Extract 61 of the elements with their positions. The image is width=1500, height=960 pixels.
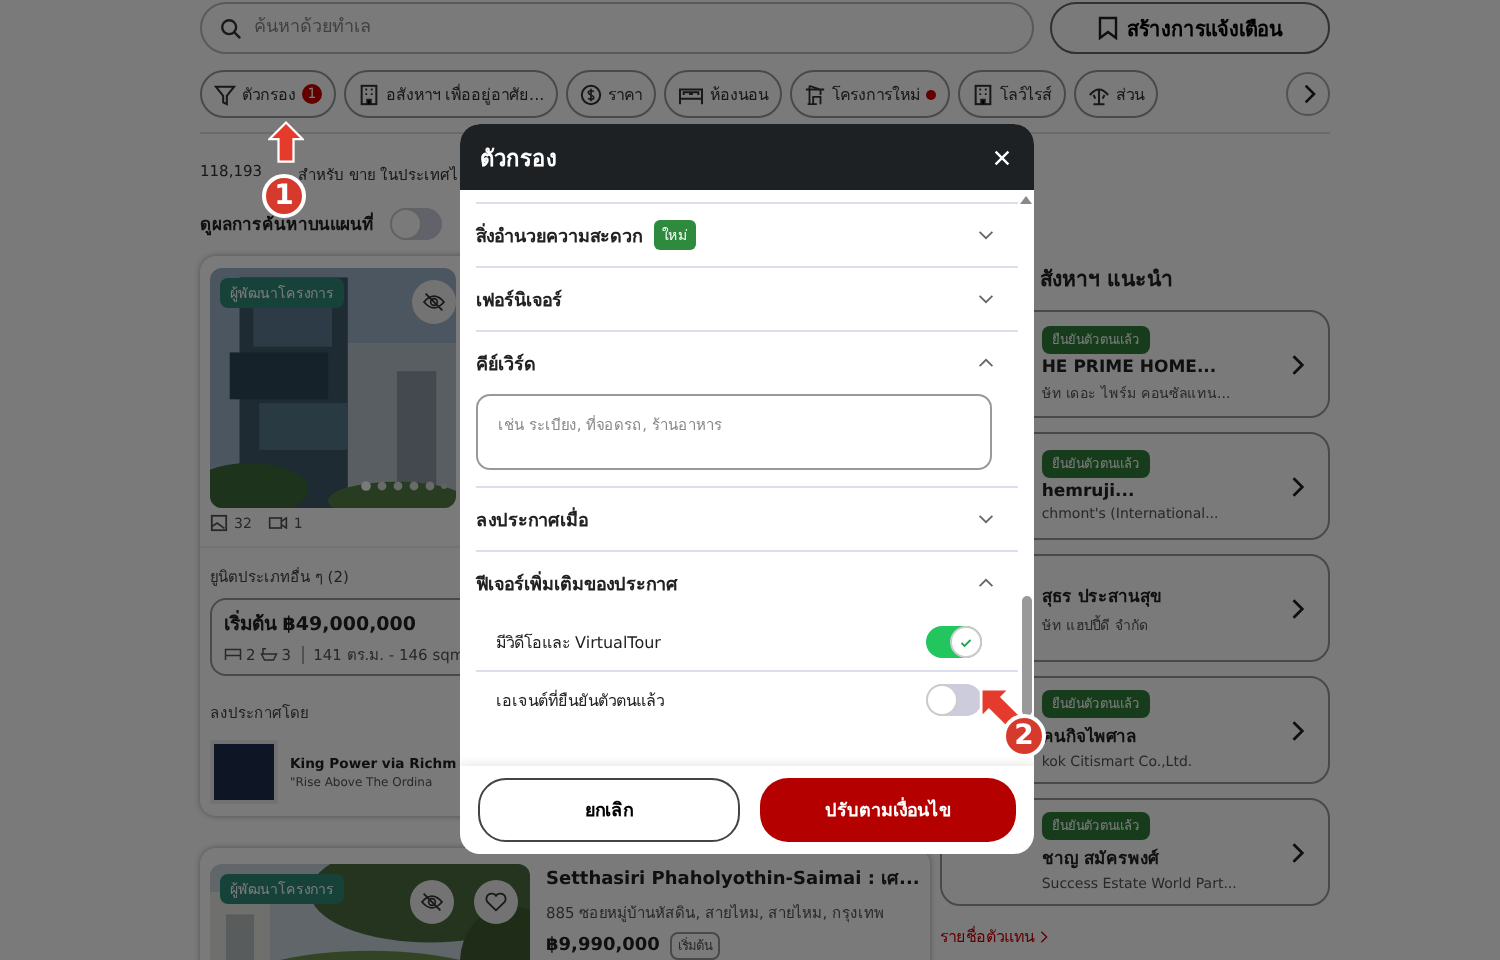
agent-name: คนกิจไพศาล (1041, 724, 1136, 750)
agent-name: hemruji... (1041, 482, 1135, 502)
section-label: ลงประกาศเมื่อ (476, 505, 588, 533)
eye-off-icon (422, 292, 446, 312)
scroll-up-icon (1020, 196, 1032, 204)
chevron-right-icon (1039, 930, 1048, 944)
agent-name: HE PRIME HOME... (1041, 357, 1217, 377)
agent-name: ชาญ สมัครพงศ์ (1041, 846, 1158, 872)
chevron-right-icon (1301, 84, 1315, 104)
section-label: เฟอร์นิเจอร์ (476, 287, 562, 313)
agent-logo (210, 740, 278, 804)
search-field[interactable]: ค้นหาด้วยทำเล (200, 2, 1034, 54)
section-label: คีย์เวิร์ด (476, 351, 536, 377)
filter-chip[interactable]: ราคา (566, 70, 657, 118)
agent-list-link[interactable]: รายชื่อตัวแทน (939, 924, 1048, 950)
listing-price: ฿9,990,000 (546, 936, 660, 956)
eye-off-icon (420, 892, 444, 912)
chevron-right-icon (1290, 353, 1304, 375)
filter-icon (214, 83, 236, 105)
bath-icon (259, 646, 278, 662)
dialog-title: ตัวกรอง (480, 143, 556, 175)
annotation-arrow (268, 120, 304, 164)
chevron-right-icon (1290, 841, 1304, 863)
filter-chip[interactable]: โครงการใหม่ (790, 70, 951, 118)
option-label: เอเจนต์ที่ยืนยันตัวตนแล้ว (496, 688, 664, 713)
scroll-right-button[interactable] (1286, 72, 1330, 116)
filter-chip[interactable]: ห้องนอน (664, 70, 783, 118)
carousel-dots-icon (360, 480, 448, 493)
filter-chip[interactable]: โลว์ไรส์ (958, 70, 1067, 118)
section-label: ฟีเจอร์เพิ่มเติมของประกาศ (476, 569, 678, 597)
bed-icon (224, 646, 242, 662)
filter-section-header[interactable]: ลงประกาศเมื่อ (476, 488, 1018, 550)
create-alert-button[interactable]: สร้างการแจ้งเตือน (1050, 2, 1330, 54)
apply-button[interactable]: ปรับตามเงื่อนไข (759, 778, 1016, 842)
option-toggle[interactable] (926, 626, 982, 658)
filter-chip[interactable]: ส่วน (1074, 70, 1159, 118)
cancel-button[interactable]: ยกเลิก (478, 778, 739, 842)
section-label: สิ่งอำนวยความสะดวก (476, 221, 642, 249)
search-icon (220, 18, 242, 40)
video-icon (267, 514, 288, 533)
crane-icon (804, 83, 827, 105)
map-toggle[interactable] (390, 208, 442, 240)
chevron-right-icon (1290, 475, 1304, 497)
section-title: สังหาฯ แนะนำ (1037, 266, 1175, 296)
heart-icon (484, 892, 508, 912)
filter-chip[interactable]: อสังหาฯ เพื่ออยู่อาศัย... (344, 70, 559, 118)
building-icon (972, 83, 995, 105)
bookmark-icon (1097, 16, 1117, 40)
building-icon (358, 83, 380, 105)
unit-price: เริ่มต้น ฿49,000,000 (224, 608, 419, 638)
bed-icon (678, 83, 705, 105)
option-toggle[interactable] (926, 684, 982, 716)
check-icon (960, 637, 972, 647)
chevron-right-icon (1290, 597, 1304, 619)
close-icon[interactable] (994, 149, 1010, 165)
filter-section-header[interactable]: เฟอร์นิเจอร์ (476, 268, 1018, 330)
agent-name: สุธร ประสานสุข (1041, 585, 1162, 609)
dollar-icon (580, 83, 603, 105)
chevron-right-icon (1290, 719, 1304, 741)
listing-title[interactable]: Setthasiri Phaholyothin-Saimai : เศ... (546, 864, 920, 892)
photo-icon (210, 514, 228, 533)
